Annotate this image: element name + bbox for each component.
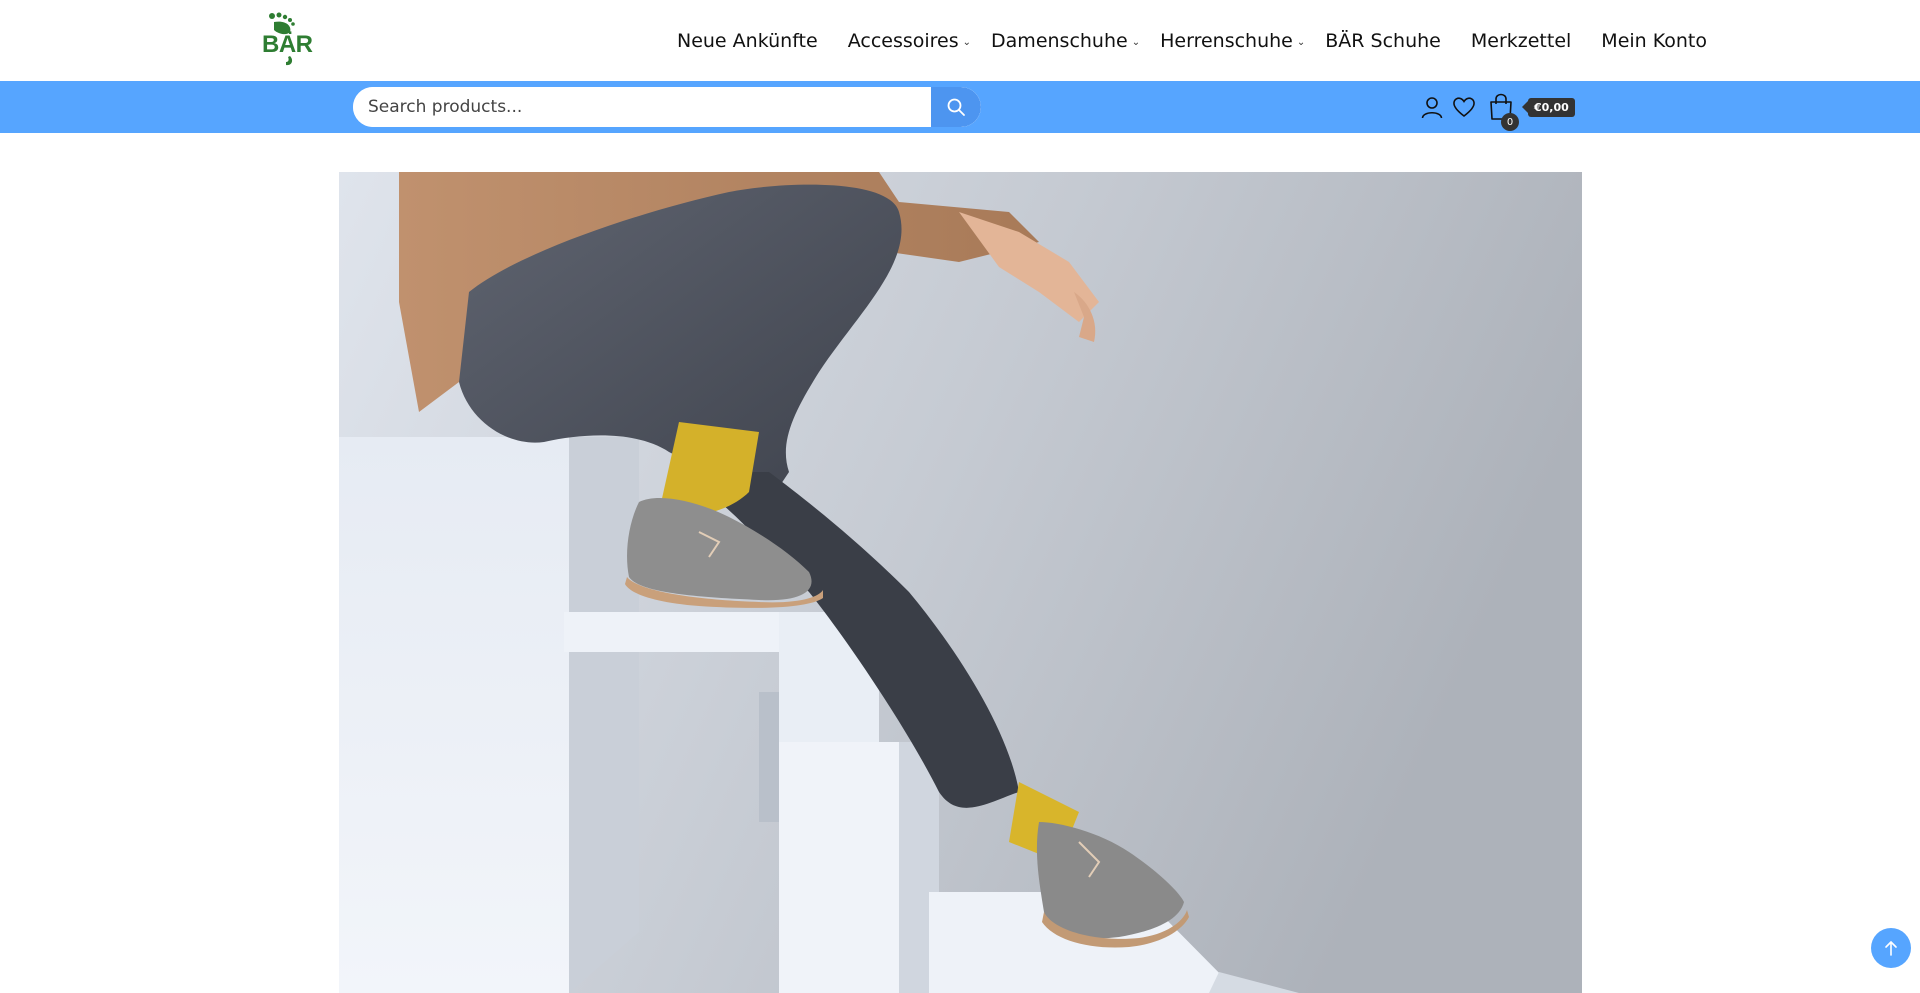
nav-item-label: Damenschuhe <box>991 29 1128 52</box>
heart-icon <box>1453 97 1475 118</box>
nav-item-accessoires[interactable]: Accessoires ⌄ <box>848 30 971 52</box>
nav-item-damenschuhe[interactable]: Damenschuhe ⌄ <box>991 30 1140 52</box>
hero-photo-person-sitting-on-stairs <box>339 172 1582 993</box>
arrow-up-icon <box>1885 941 1897 956</box>
logo-wordmark: BÄR <box>262 31 313 58</box>
site-header: BÄR Neue Ankünfte Accessoires ⌄ Damensch… <box>0 0 1920 81</box>
nav-item-neue-ankuenfte[interactable]: Neue Ankünfte <box>677 30 818 52</box>
hero-banner[interactable] <box>339 172 1582 993</box>
search-bar: 0 €0,00 <box>0 81 1920 133</box>
nav-item-label: Accessoires <box>847 29 959 52</box>
chevron-down-icon: ⌄ <box>962 37 972 48</box>
header-utility-icons: 0 €0,00 <box>1418 89 1575 131</box>
main-navigation: Neue Ankünfte Accessoires ⌄ Damenschuhe … <box>647 0 1707 81</box>
chevron-down-icon: ⌄ <box>1296 37 1306 48</box>
chevron-down-icon: ⌄ <box>1131 37 1141 48</box>
cart-total-price: €0,00 <box>1522 97 1575 117</box>
nav-item-baer-schuhe[interactable]: BÄR Schuhe <box>1325 30 1441 52</box>
back-to-top-button[interactable] <box>1871 928 1911 968</box>
nav-item-label: Mein Konto <box>1601 29 1707 52</box>
wishlist-button[interactable] <box>1450 93 1478 121</box>
nav-item-label: BÄR Schuhe <box>1325 29 1441 52</box>
nav-item-mein-konto[interactable]: Mein Konto <box>1601 30 1707 52</box>
user-icon <box>1421 97 1443 119</box>
nav-item-label: Neue Ankünfte <box>676 29 818 52</box>
nav-item-label: Herrenschuhe <box>1160 29 1293 52</box>
search-form <box>353 87 981 127</box>
search-button[interactable] <box>931 87 981 127</box>
nav-item-label: Merkzettel <box>1470 29 1572 52</box>
cart-count-badge: 0 <box>1501 113 1519 131</box>
search-icon <box>947 98 965 116</box>
search-input[interactable] <box>353 87 931 127</box>
nav-item-herrenschuhe[interactable]: Herrenschuhe ⌄ <box>1160 30 1305 52</box>
account-button[interactable] <box>1418 93 1446 121</box>
cart-button[interactable]: 0 <box>1484 90 1519 131</box>
nav-item-merkzettel[interactable]: Merkzettel <box>1471 30 1571 52</box>
